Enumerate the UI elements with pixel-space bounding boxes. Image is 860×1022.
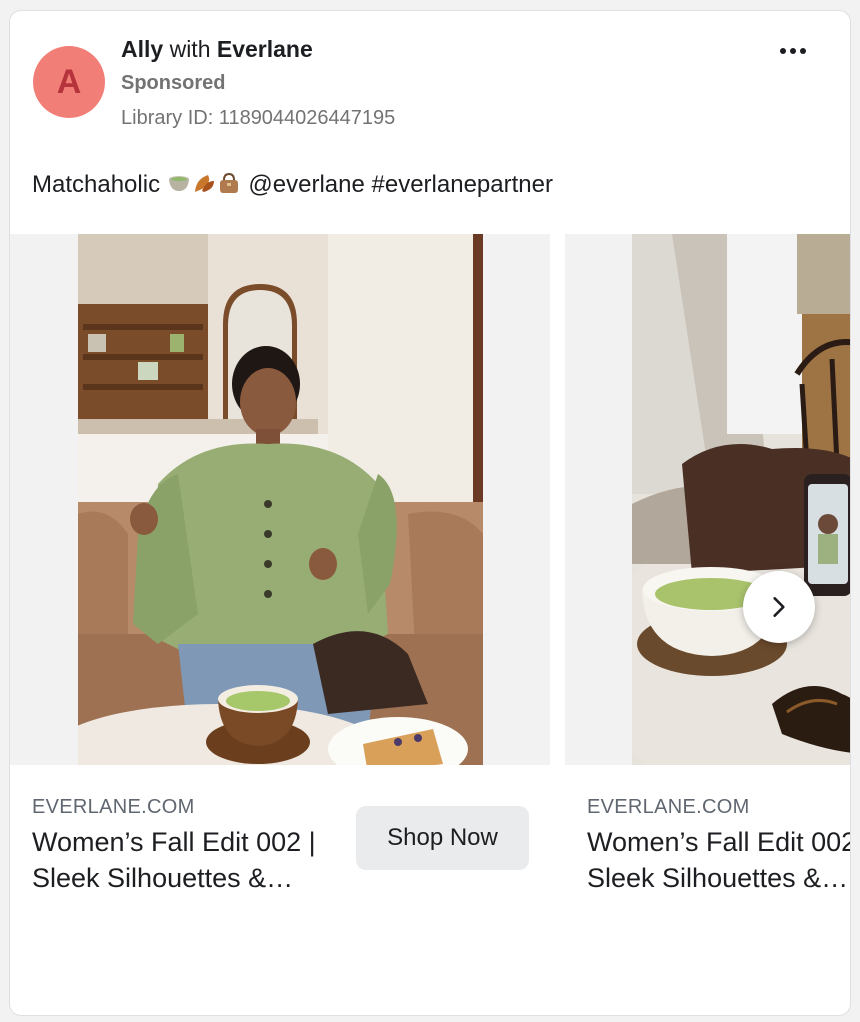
brand-name[interactable]: Everlane [217, 36, 313, 62]
ad-card: A Ally with Everlane Sponsored Library I… [9, 10, 851, 1016]
card-title-line: Sleek Silhouettes &… [32, 863, 294, 893]
carousel-image-frame [10, 234, 550, 765]
chevron-right-icon [773, 597, 785, 617]
card-domain[interactable]: EVERLANE.COM [587, 796, 750, 819]
page-name-line: Ally with Everlane [121, 33, 395, 65]
card-title[interactable]: Women’s Fall Edit 002 | Sleek Silhouette… [32, 824, 342, 896]
caption-text: Matchaholic [32, 171, 161, 198]
with-connector: with [169, 36, 211, 62]
handbag-icon [219, 172, 238, 193]
more-options-dot [800, 48, 806, 54]
card-title[interactable]: Women’s Fall Edit 002 | Sleek Silhouette… [587, 824, 851, 896]
carousel-card[interactable]: EVERLANE.COM Women’s Fall Edit 002 | Sle… [565, 234, 851, 934]
sponsored-label: Sponsored [121, 72, 226, 94]
carousel-image[interactable] [78, 234, 483, 765]
carousel-next-button[interactable] [743, 571, 815, 643]
carousel: EVERLANE.COM Women’s Fall Edit 002 | Sle… [10, 234, 851, 934]
carousel-image[interactable] [632, 234, 850, 765]
card-title-line: Sleek Silhouettes &… [587, 863, 849, 893]
shop-now-button[interactable]: Shop Now [356, 806, 529, 870]
tea-cup-icon [168, 176, 189, 191]
ad-header: Ally with Everlane Sponsored Library ID:… [121, 33, 395, 133]
card-title-line: Women’s Fall Edit 002 | [32, 827, 316, 857]
creator-name[interactable]: Ally [121, 36, 163, 62]
caption-tags: @everlane #everlanepartner [248, 171, 553, 198]
avatar[interactable]: A [33, 46, 105, 118]
card-title-line: Women’s Fall Edit 002 | [587, 827, 851, 857]
more-options-button[interactable] [772, 35, 814, 67]
carousel-card[interactable]: EVERLANE.COM Women’s Fall Edit 002 | Sle… [10, 234, 550, 934]
ad-caption: Matchaholic @everlane #everlanepartner [32, 169, 553, 201]
library-id: Library ID: 1189044026447195 [121, 107, 396, 129]
carousel-image-frame [565, 234, 850, 765]
more-options-icon [780, 48, 786, 54]
more-options-dot [790, 48, 796, 54]
autumn-leaf-icon [194, 175, 214, 192]
avatar-letter: A [56, 62, 82, 101]
card-domain[interactable]: EVERLANE.COM [32, 796, 195, 819]
